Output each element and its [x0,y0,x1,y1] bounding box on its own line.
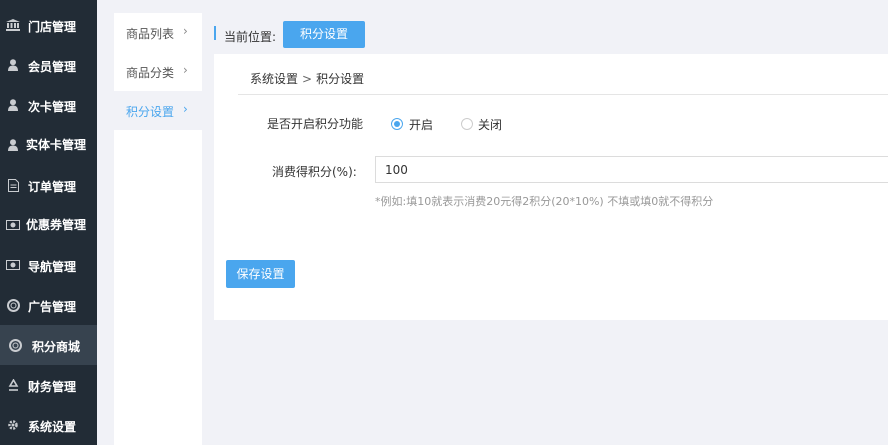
submenu-item-label: 商品分类 [126,66,175,80]
user-icon [6,99,20,111]
sidebar-item-coupons[interactable]: 优惠券管理 [0,210,97,250]
path-current: 积分设置 [316,72,365,86]
sidebar-item-count-cards[interactable]: 次卡管理 [0,85,97,125]
submenu-item-label: 积分设置 [126,105,175,119]
submenu-item-points-settings[interactable]: 积分设置 › [114,91,202,130]
divider [238,94,888,95]
sidebar-item-label: 门店管理 [28,20,77,34]
breadcrumb-marker [214,26,216,40]
sidebar-item-orders[interactable]: 订单管理 [0,165,97,205]
radio-disable-label[interactable]: 关闭 [478,116,502,133]
secondary-menu: 商品列表 › 商品分类 › 积分设置 › [114,13,202,445]
chevron-right-icon: › [183,102,188,116]
sidebar-item-navigation[interactable]: 导航管理 [0,245,97,285]
submenu-item-product-list[interactable]: 商品列表 › [114,13,202,52]
document-icon [6,178,20,192]
sidebar-item-label: 订单管理 [28,180,77,194]
points-rate-input[interactable] [375,156,888,183]
chevron-right-icon: › [183,63,188,77]
submenu-item-product-categories[interactable]: 商品分类 › [114,52,202,91]
lifebuoy-icon [6,298,20,312]
sidebar-item-physical-cards[interactable]: 实体卡管理 [0,130,97,170]
breadcrumb-path: 系统设置 > 积分设置 [250,70,364,87]
sidebar-item-label: 导航管理 [28,260,77,274]
path-separator: > [302,72,313,86]
radio-disable[interactable] [461,118,473,130]
breadcrumb-label: 当前位置: [224,30,277,44]
sidebar-item-ads[interactable]: 广告管理 [0,285,97,325]
breadcrumb-current-button[interactable]: 积分设置 [283,21,365,48]
sidebar-item-label: 优惠券管理 [26,218,87,232]
sidebar-item-label: 财务管理 [28,380,77,394]
sidebar-item-label: 广告管理 [28,300,77,314]
user-icon [6,59,20,71]
sidebar-item-label: 实体卡管理 [26,138,87,152]
sidebar-item-finance[interactable]: 财务管理 [0,365,97,405]
points-rate-hint: *例如:填10就表示消费20元得2积分(20*10%) 不填或填0就不得积分 [375,195,714,208]
bank-icon [6,19,20,31]
radio-enable-label[interactable]: 开启 [409,116,433,133]
sidebar-item-stores[interactable]: 门店管理 [0,5,97,45]
gear-icon [6,419,20,431]
sidebar: 门店管理 会员管理 次卡管理 实体卡管理 订单管理 优惠券管理 导航管理 广告管… [0,0,97,445]
recycle-icon [6,378,20,391]
sidebar-item-label: 积分商城 [32,340,81,354]
lifebuoy-icon [8,338,22,352]
save-settings-button[interactable]: 保存设置 [226,260,295,288]
sidebar-item-label: 次卡管理 [28,100,77,114]
submenu-item-label: 商品列表 [126,27,175,41]
sidebar-item-label: 会员管理 [28,60,77,74]
chevron-right-icon: › [183,24,188,38]
radio-enable[interactable] [391,118,403,130]
money-icon [6,259,20,271]
sidebar-item-settings[interactable]: 系统设置 [0,405,97,445]
sidebar-item-points-mall[interactable]: 积分商城 [0,325,97,365]
path-root-link[interactable]: 系统设置 [250,72,298,86]
enable-points-label: 是否开启积分功能 [267,117,364,131]
points-rate-label: 消费得积分(%): [272,165,357,179]
sidebar-item-label: 系统设置 [28,420,77,434]
sidebar-item-members[interactable]: 会员管理 [0,45,97,85]
